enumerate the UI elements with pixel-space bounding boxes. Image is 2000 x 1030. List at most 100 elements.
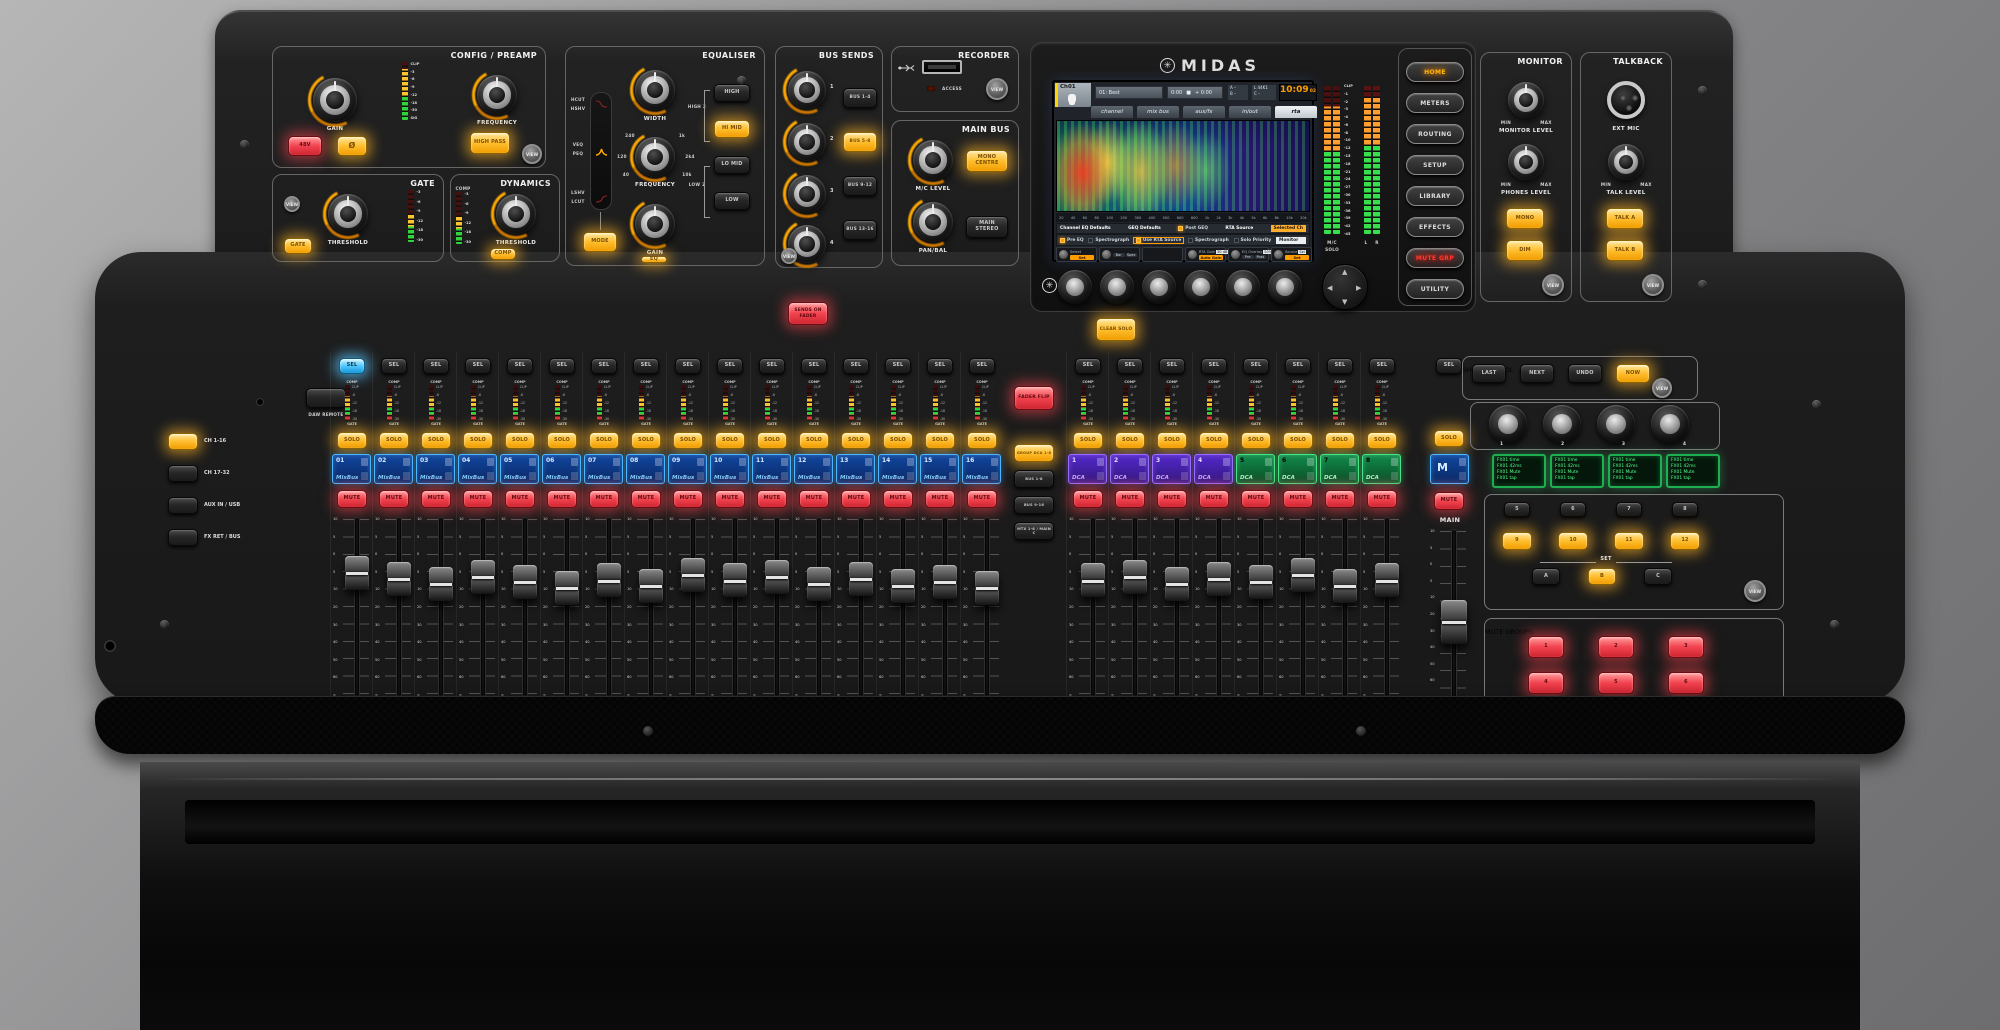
gate-on-button[interactable]: GATE (284, 238, 312, 254)
select-button[interactable]: SEL (591, 358, 617, 374)
mute-button[interactable]: MUTE (1367, 490, 1397, 508)
fader[interactable]: 10505102030405060∞ (919, 516, 961, 698)
solo-button[interactable]: SOLO (967, 432, 997, 449)
mute-button[interactable]: MUTE (673, 490, 703, 508)
fader-track[interactable] (1091, 518, 1095, 696)
fader[interactable]: 10505102030405060∞ (373, 516, 415, 698)
fader-cap[interactable] (387, 562, 411, 596)
assign-button[interactable]: 6 (1560, 502, 1586, 517)
eq-band-button[interactable]: LO MID (714, 156, 750, 174)
solo-button[interactable]: SOLO (799, 432, 829, 449)
mute-button[interactable]: MUTE (631, 490, 661, 508)
fader[interactable]: 10505102030405060∞ (835, 516, 877, 698)
fader-track[interactable] (1175, 518, 1179, 696)
select-button[interactable]: SEL (1075, 358, 1101, 374)
fader[interactable]: 10505102030405060∞ (1361, 516, 1403, 698)
mute-group-button[interactable]: 6 (1668, 672, 1704, 694)
fader[interactable]: 10505102030405060∞ (457, 516, 499, 698)
gain-knob[interactable] (313, 78, 357, 122)
bus-layer-button[interactable]: BUS 1-8 (1014, 470, 1054, 488)
solo-button[interactable]: SOLO (463, 432, 493, 449)
show-control-button[interactable]: UNDO (1568, 364, 1602, 383)
fader-cap[interactable] (681, 558, 705, 592)
solo-button[interactable]: SOLO (421, 432, 451, 449)
layer-button[interactable] (168, 529, 198, 546)
main-fader[interactable]: 10505102030405060∞ (1428, 528, 1470, 700)
fader-track[interactable] (775, 518, 779, 696)
select-button[interactable]: SEL (549, 358, 575, 374)
fader[interactable]: 10505102030405060∞ (793, 516, 835, 698)
phantom-48v-button[interactable]: 48V (288, 136, 322, 156)
fader-track[interactable] (901, 518, 905, 696)
screen-encoder-3[interactable] (1142, 270, 1176, 304)
fader[interactable]: 10505102030405060∞ (625, 516, 667, 698)
fader[interactable]: 10505102030405060∞ (583, 516, 625, 698)
fader-cap[interactable] (807, 567, 831, 601)
solo-button[interactable]: SOLO (1199, 432, 1229, 449)
mc-level-knob[interactable] (913, 140, 953, 180)
fader-track[interactable] (817, 518, 821, 696)
bus-sends-view-button[interactable]: VIEW (781, 248, 797, 264)
select-button[interactable]: SEL (759, 358, 785, 374)
select-button[interactable]: SEL (969, 358, 995, 374)
solo-button[interactable]: SOLO (925, 432, 955, 449)
select-button[interactable]: SEL (675, 358, 701, 374)
screen-encoder-6[interactable] (1268, 270, 1302, 304)
fader[interactable]: 10505102030405060∞ (709, 516, 751, 698)
monitor-dim-button[interactable]: DIM (1506, 240, 1544, 261)
fader[interactable]: 10505102030405060∞ (1193, 516, 1235, 698)
solo-button[interactable]: SOLO (1241, 432, 1271, 449)
select-button[interactable]: SEL (465, 358, 491, 374)
mute-button[interactable]: MUTE (1241, 490, 1271, 508)
set-button[interactable]: A (1532, 568, 1560, 585)
assign-button[interactable]: 5 (1504, 502, 1530, 517)
fader-cap[interactable] (849, 562, 873, 596)
recorder-view-button[interactable]: VIEW (986, 78, 1008, 100)
screen-encoder-5[interactable] (1226, 270, 1260, 304)
select-button[interactable]: SEL (717, 358, 743, 374)
solo-button[interactable]: SOLO (1367, 432, 1397, 449)
select-button[interactable]: SEL (1285, 358, 1311, 374)
assign-button[interactable]: 9 (1502, 532, 1532, 550)
nav-up-icon[interactable]: ▲ (1342, 268, 1347, 276)
fader-track[interactable] (649, 518, 653, 696)
mute-button[interactable]: MUTE (1283, 490, 1313, 508)
monitor-mono-button[interactable]: MONO (1506, 208, 1544, 229)
select-button[interactable]: SEL (507, 358, 533, 374)
select-button[interactable]: SEL (885, 358, 911, 374)
show-control-view-button[interactable]: VIEW (1652, 378, 1672, 398)
talkback-view-button[interactable]: VIEW (1642, 274, 1664, 296)
bus-layer-button[interactable]: GROUP DCA 1-8 (1014, 444, 1054, 462)
menu-button[interactable]: MUTE GRP (1406, 248, 1464, 268)
mono-centre-button[interactable]: MONO CENTRE (966, 150, 1008, 172)
mute-button[interactable]: MUTE (1115, 490, 1145, 508)
mute-button[interactable]: MUTE (1325, 490, 1355, 508)
set-button[interactable]: C (1644, 568, 1672, 585)
fader-track[interactable] (1259, 518, 1263, 696)
fader-track[interactable] (1385, 518, 1389, 696)
fader-cap[interactable] (1333, 569, 1357, 603)
fader[interactable]: 10505102030405060∞ (667, 516, 709, 698)
fader-track[interactable] (481, 518, 485, 696)
fader[interactable]: 10505102030405060∞ (1319, 516, 1361, 698)
solo-button[interactable]: SOLO (379, 432, 409, 449)
fader-cap[interactable] (765, 560, 789, 594)
set-button[interactable]: B (1588, 568, 1616, 585)
bus-bank-button[interactable]: BUS 13-16 (843, 220, 877, 240)
fader[interactable]: 10505102030405060∞ (1067, 516, 1109, 698)
eq-on-button[interactable]: EQ (641, 256, 667, 263)
solo-button[interactable]: SOLO (673, 432, 703, 449)
monitor-view-button[interactable]: VIEW (1542, 274, 1564, 296)
fader[interactable]: 10505102030405060∞ (751, 516, 793, 698)
mute-group-button[interactable]: 3 (1668, 636, 1704, 658)
solo-button[interactable]: SOLO (1115, 432, 1145, 449)
assign-encoder-2[interactable] (1543, 405, 1581, 443)
screen-encoder-2[interactable] (1100, 270, 1134, 304)
mute-group-button[interactable]: 1 (1528, 636, 1564, 658)
fader-track[interactable] (1343, 518, 1347, 696)
mute-button[interactable]: MUTE (421, 490, 451, 508)
ext-mic-xlr-connector[interactable] (1607, 81, 1645, 119)
show-control-button[interactable]: LAST (1472, 364, 1506, 383)
pan-bal-knob[interactable] (913, 202, 953, 242)
assign-encoder-3[interactable] (1597, 405, 1635, 443)
